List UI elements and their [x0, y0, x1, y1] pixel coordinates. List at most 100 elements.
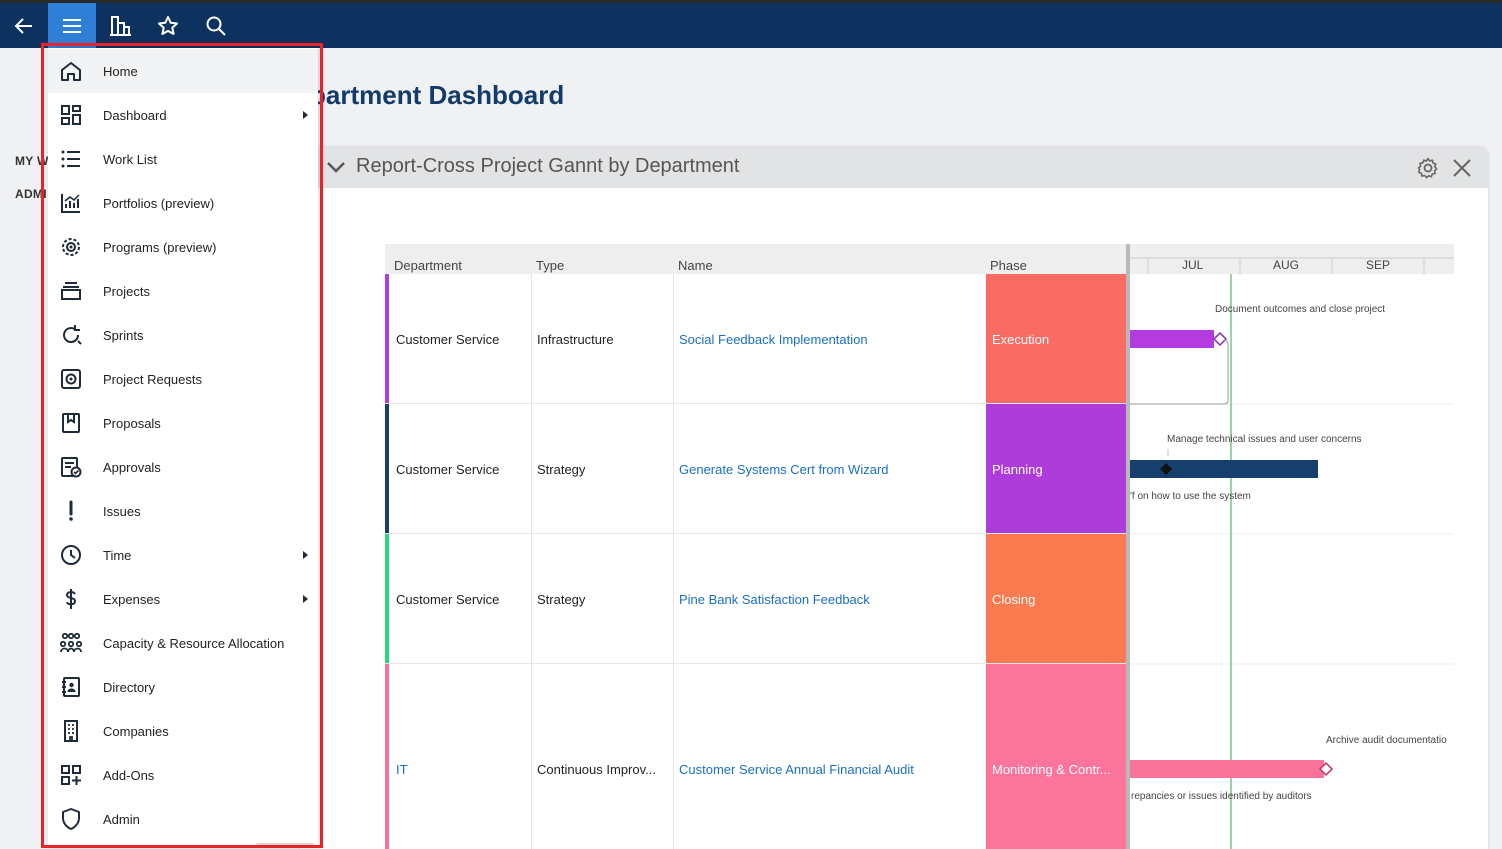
contact-book-icon	[62, 677, 80, 697]
cell-department: Customer Service	[396, 332, 500, 347]
table-row[interactable]: Customer Service Strategy Generate Syste…	[385, 404, 1126, 534]
menu-item-projects[interactable]: Projects	[48, 269, 318, 313]
table-row[interactable]: IT Continuous Improv... Customer Service…	[385, 664, 1126, 849]
gantt-canvas	[1126, 244, 1454, 849]
shield-icon	[62, 808, 80, 830]
menu-item-dashboard[interactable]: Dashboard	[48, 93, 318, 137]
menu-label: Approvals	[103, 460, 161, 475]
menu-label: Home	[103, 64, 138, 79]
approval-icon	[61, 457, 82, 478]
table-row[interactable]: Customer Service Strategy Pine Bank Sati…	[385, 534, 1126, 664]
header-type[interactable]: Type	[536, 258, 564, 273]
row-color-bar	[385, 534, 389, 663]
main-menu-button[interactable]	[48, 3, 96, 48]
menu-item-time[interactable]: Time	[48, 533, 318, 577]
menu-label: Dashboard	[103, 108, 167, 123]
header-name[interactable]: Name	[678, 258, 713, 273]
menu-item-work-list[interactable]: Work List	[48, 137, 318, 181]
menu-item-project-requests[interactable]: Project Requests	[48, 357, 318, 401]
cell-type: Continuous Improv...	[537, 762, 656, 777]
menu-label: Expenses	[103, 592, 161, 607]
close-icon[interactable]	[1451, 157, 1473, 179]
phase-cell: Planning	[986, 404, 1126, 533]
header-department[interactable]: Department	[394, 258, 462, 273]
leftnav-item-admin[interactable]: ADMI	[15, 187, 47, 201]
phase-label: Monitoring & Contr...	[992, 762, 1111, 777]
leftnav-item-my-work[interactable]: MY W	[15, 154, 49, 168]
cell-department: IT	[396, 762, 408, 777]
cell-department: Customer Service	[396, 592, 500, 607]
menu-label: Issues	[103, 504, 141, 519]
cell-name-link[interactable]: Social Feedback Implementation	[679, 332, 979, 347]
bookmark-icon	[62, 413, 80, 433]
people-group-icon	[59, 632, 83, 653]
report-panel: Report-Cross Project Gannt by Department…	[300, 146, 1488, 849]
menu-item-approvals[interactable]: Approvals	[48, 445, 318, 489]
gear-icon[interactable]	[1416, 156, 1440, 180]
menu-item-admin[interactable]: Admin	[48, 797, 318, 841]
menu-label: Work List	[103, 152, 157, 167]
sprint-cycle-icon	[63, 325, 82, 345]
chevron-down-icon[interactable]	[326, 158, 346, 176]
cell-type: Infrastructure	[537, 332, 614, 347]
submenu-arrow-icon	[303, 551, 308, 559]
phase-cell: Closing	[986, 534, 1126, 663]
gantt-chart: JUL AUG SEP Document outcomes and close …	[1126, 244, 1454, 849]
menu-item-home[interactable]: Home	[48, 49, 318, 93]
gantt-milestone[interactable]	[1212, 331, 1228, 347]
menu-label: Proposals	[103, 416, 161, 431]
menu-label: Add-Ons	[103, 768, 155, 783]
menu-item-portfolios[interactable]: Portfolios (preview)	[48, 181, 318, 225]
menu-item-capacity[interactable]: Capacity & Resource Allocation	[48, 621, 318, 665]
menu-item-sprints[interactable]: Sprints	[48, 313, 318, 357]
menu-label: Programs (preview)	[103, 240, 217, 255]
back-button[interactable]	[0, 3, 48, 48]
search-icon	[206, 16, 226, 36]
row-color-bar	[385, 274, 389, 403]
exclamation-icon	[69, 500, 73, 521]
gantt-bar-financial-audit[interactable]	[1130, 760, 1324, 778]
buildings-icon	[110, 15, 131, 36]
menu-item-expenses[interactable]: Expenses	[48, 577, 318, 621]
table-row[interactable]: Customer Service Infrastructure Social F…	[385, 274, 1126, 404]
companies-button[interactable]	[96, 3, 144, 48]
favorites-button[interactable]	[144, 3, 192, 48]
menu-item-proposals[interactable]: Proposals	[48, 401, 318, 445]
back-arrow-icon	[14, 17, 32, 34]
row-color-bar	[385, 664, 389, 849]
menu-label: Companies	[103, 724, 169, 739]
menu-item-directory[interactable]: Directory	[48, 665, 318, 709]
header-phase[interactable]: Phase	[990, 258, 1027, 273]
submenu-arrow-icon	[303, 595, 308, 603]
menu-scrollbar[interactable]	[256, 843, 314, 847]
menu-label: Time	[103, 548, 132, 563]
gantt-bar-generate-systems[interactable]	[1130, 460, 1318, 478]
building-icon	[64, 720, 78, 742]
submenu-arrow-icon	[303, 111, 308, 119]
hamburger-menu-icon	[63, 18, 81, 33]
dashboard-icon	[61, 105, 81, 125]
cell-type: Strategy	[537, 592, 586, 607]
stack-icon	[61, 282, 81, 300]
month-label: SEP	[1366, 258, 1391, 272]
month-label: JUL	[1182, 258, 1204, 272]
menu-item-issues[interactable]: Issues	[48, 489, 318, 533]
cell-department: Customer Service	[396, 462, 500, 477]
gantt-task-label: Document outcomes and close project	[1215, 304, 1386, 315]
panel-header: Report-Cross Project Gannt by Department	[300, 146, 1488, 188]
gantt-task-label: Manage technical issues and user concern…	[1167, 434, 1362, 445]
phase-label: Closing	[992, 592, 1036, 607]
list-icon	[61, 150, 80, 168]
cell-name-link[interactable]: Customer Service Annual Financial Audit	[679, 762, 979, 777]
cell-name-link[interactable]: Generate Systems Cert from Wizard	[679, 462, 979, 477]
menu-label: Capacity & Resource Allocation	[103, 636, 285, 651]
menu-item-programs[interactable]: Programs (preview)	[48, 225, 318, 269]
gantt-bar-social-feedback[interactable]	[1130, 330, 1214, 348]
menu-item-add-ons[interactable]: Add-Ons	[48, 753, 318, 797]
cell-name-link[interactable]: Pine Bank Satisfaction Feedback	[679, 592, 979, 607]
menu-item-companies[interactable]: Companies	[48, 709, 318, 753]
page-title: partment Dashboard	[310, 80, 565, 110]
phase-cell: Monitoring & Contr...	[986, 664, 1126, 849]
search-button[interactable]	[192, 3, 240, 48]
month-label: AUG	[1273, 258, 1300, 272]
